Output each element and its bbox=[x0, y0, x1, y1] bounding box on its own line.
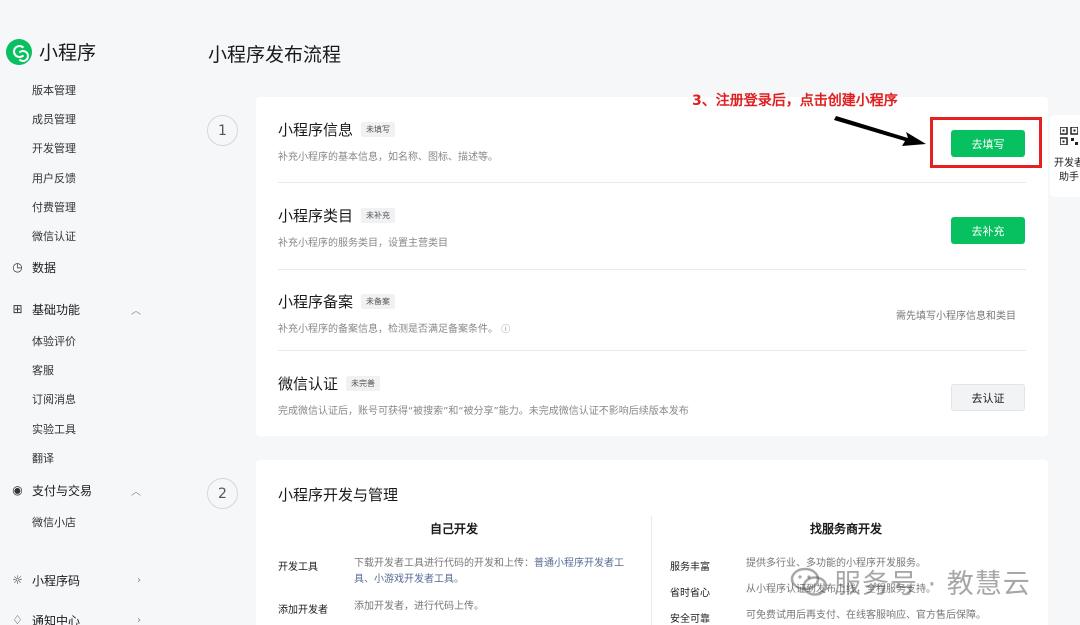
add-dev-label: 添加开发者 bbox=[278, 605, 328, 616]
chevron-up-icon: ︿ bbox=[131, 306, 141, 317]
sidebar-item-payment[interactable]: 付费管理 bbox=[32, 199, 76, 215]
status-badge: 未补充 bbox=[361, 208, 396, 223]
clock-icon: ◷ bbox=[12, 260, 23, 274]
sidebar-group-basic-label: 基础功能 bbox=[32, 303, 81, 317]
sidebar-item-feedback[interactable]: 用户反馈 bbox=[32, 170, 76, 186]
chevron-right-icon: › bbox=[137, 575, 141, 586]
status-badge: 未完善 bbox=[346, 376, 381, 391]
sidebar-item-subscribe[interactable]: 订阅消息 bbox=[32, 391, 76, 407]
column-divider bbox=[651, 516, 652, 625]
sidebar-group-code[interactable]: ☼ 小程序码 › bbox=[11, 572, 141, 589]
chevron-up-icon: ︿ bbox=[131, 487, 141, 498]
page-title: 小程序发布流程 bbox=[208, 44, 342, 66]
divider bbox=[278, 269, 1026, 270]
sidebar-group-pay-label: 支付与交易 bbox=[32, 484, 93, 498]
vendor-label-2: 省时省心 bbox=[670, 588, 710, 599]
sidebar-item-service[interactable]: 客服 bbox=[32, 362, 54, 378]
game-devtool-link[interactable]: 小游戏开发者工具 bbox=[374, 574, 454, 585]
row-desc: 完成微信认证后，账号可获得“被搜索”和“被分享”能力。未完成微信认证不影响后续版… bbox=[278, 406, 689, 417]
sidebar-item-dev[interactable]: 开发管理 bbox=[32, 140, 76, 156]
step-number-2: 2 bbox=[207, 478, 238, 509]
add-category-button[interactable]: 去补充 bbox=[951, 217, 1025, 244]
dev-tool-text: 下载开发者工具进行代码的开发和上传：普通小程序开发者工具、小游戏开发者工具。 bbox=[354, 558, 624, 585]
row-title: 小程序备案 bbox=[278, 293, 354, 311]
brand[interactable]: 小程序 bbox=[6, 38, 96, 65]
sidebar-group-notice[interactable]: ♢ 通知中心 › bbox=[11, 612, 141, 625]
sidebar-group-data[interactable]: ◷ 数据 bbox=[11, 259, 141, 276]
annotation-highlight-box bbox=[930, 117, 1042, 168]
step-number-1: 1 bbox=[207, 115, 238, 146]
row-desc: 补充小程序的基本信息，如名称、图标、描述等。 bbox=[278, 152, 498, 163]
mini-program-logo-icon bbox=[6, 38, 32, 65]
annotation-arrow-icon bbox=[834, 116, 926, 146]
vendor-dev-title: 找服务商开发 bbox=[810, 522, 883, 536]
chevron-right-icon: › bbox=[137, 615, 141, 625]
help-circle-icon[interactable]: ⓘ bbox=[501, 325, 510, 335]
sidebar-item-verify[interactable]: 微信认证 bbox=[32, 228, 76, 244]
sidebar-item-translate[interactable]: 翻译 bbox=[32, 450, 54, 466]
verify-button[interactable]: 去认证 bbox=[951, 384, 1025, 411]
vendor-label-3: 安全可靠 bbox=[670, 614, 710, 625]
self-dev-title: 自己开发 bbox=[430, 522, 479, 536]
row-title: 小程序信息 bbox=[278, 121, 354, 139]
vendor-text-3: 可免费试用后再支付、在线客服响应、官方售后保障。 bbox=[746, 610, 986, 621]
sidebar-item-members[interactable]: 成员管理 bbox=[32, 111, 76, 127]
sidebar-item-lab[interactable]: 实验工具 bbox=[32, 421, 76, 437]
add-dev-text: 添加开发者，进行代码上传。 bbox=[354, 601, 484, 612]
sidebar-group-pay[interactable]: ◉ 支付与交易 ︿ bbox=[11, 482, 141, 499]
row-desc: 补充小程序的服务类目，设置主营类目 bbox=[278, 238, 448, 249]
status-badge: 未备案 bbox=[361, 294, 396, 309]
brand-name: 小程序 bbox=[39, 42, 97, 64]
dev-tool-label: 开发工具 bbox=[278, 562, 318, 573]
sidebar-item-rating[interactable]: 体验评价 bbox=[32, 333, 76, 349]
sun-icon: ☼ bbox=[12, 573, 23, 587]
annotation-text: 3、注册登录后，点击创建小程序 bbox=[692, 93, 898, 109]
wechat-icon bbox=[790, 567, 828, 596]
sidebar-group-notice-label: 通知中心 bbox=[32, 614, 81, 625]
row-title: 小程序类目 bbox=[278, 207, 354, 225]
helper-label: 开发者 助手 bbox=[1054, 158, 1080, 183]
watermark: 服务号 · 教慧云 bbox=[790, 562, 1031, 601]
divider bbox=[278, 182, 1026, 183]
status-badge: 未填写 bbox=[361, 122, 396, 137]
filing-hint: 需先填写小程序信息和类目 bbox=[896, 311, 1016, 322]
grid-icon: ⊞ bbox=[12, 302, 23, 316]
target-icon: ◉ bbox=[12, 483, 23, 497]
card-title: 小程序开发与管理 bbox=[278, 486, 399, 504]
sidebar: 小程序 版本管理 成员管理 开发管理 用户反馈 付费管理 微信认证 ◷ 数据 ⊞… bbox=[0, 0, 170, 625]
row-desc: 补充小程序的备案信息，检测是否满足备案条件。 ⓘ bbox=[278, 324, 511, 335]
vendor-label-1: 服务丰富 bbox=[670, 562, 710, 573]
sidebar-item-version[interactable]: 版本管理 bbox=[32, 82, 76, 98]
sidebar-group-code-label: 小程序码 bbox=[32, 574, 81, 588]
sidebar-group-data-label: 数据 bbox=[32, 261, 57, 275]
qr-code-icon bbox=[1060, 127, 1078, 145]
sidebar-item-shop[interactable]: 微信小店 bbox=[32, 514, 76, 530]
sidebar-group-basic[interactable]: ⊞ 基础功能 ︿ bbox=[11, 301, 141, 318]
divider bbox=[278, 350, 1026, 351]
watermark-text: 服务号 · 教慧云 bbox=[834, 569, 1031, 600]
row-wechat-verify: 微信认证 未完善 完成微信认证后，账号可获得“被搜索”和“被分享”能力。未完成微… bbox=[278, 373, 1026, 417]
bell-icon: ♢ bbox=[12, 613, 23, 625]
dev-helper-panel[interactable]: 开发者 助手 bbox=[1050, 115, 1080, 197]
row-title: 微信认证 bbox=[278, 375, 339, 393]
row-category: 小程序类目 未补充 补充小程序的服务类目，设置主营类目 bbox=[278, 205, 1026, 249]
